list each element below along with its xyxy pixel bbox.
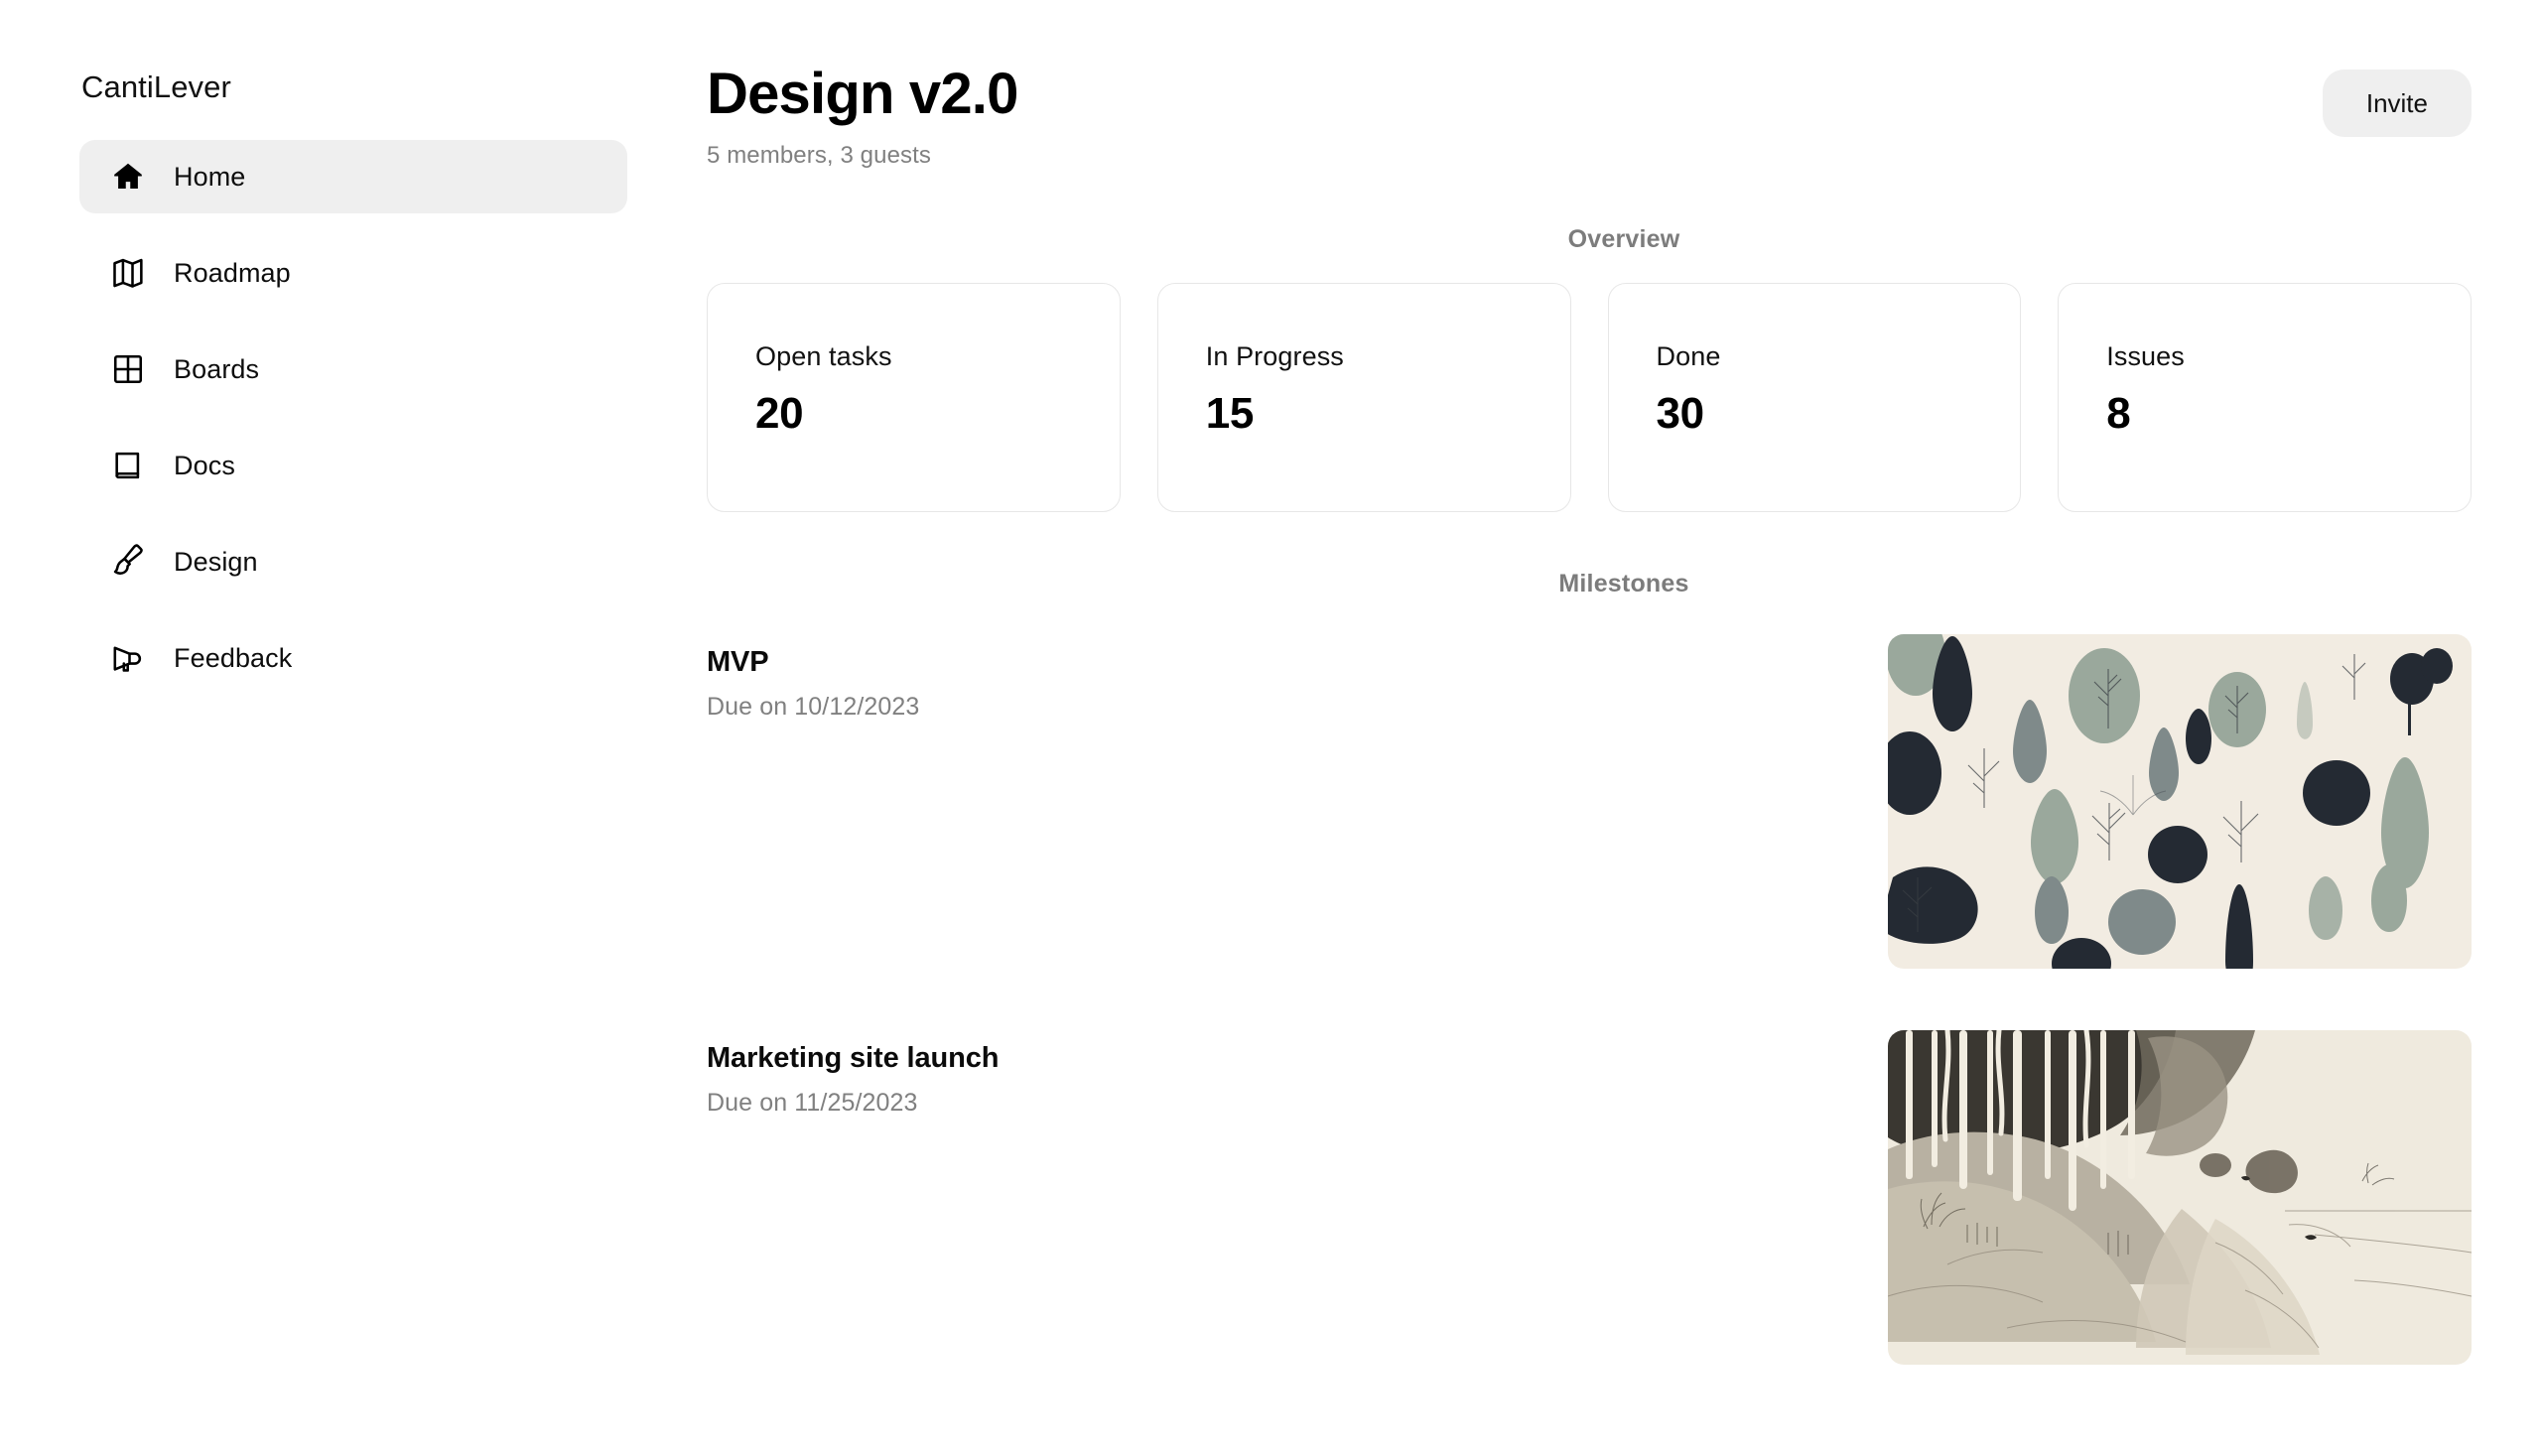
invite-button[interactable]: Invite	[2322, 69, 2472, 137]
overview-stats: Open tasks 20 In Progress 15 Done 30 Iss…	[707, 282, 2541, 512]
stat-label: In Progress	[1205, 340, 1344, 371]
milestone-item[interactable]: Marketing site launch Due on 11/25/2023	[707, 1029, 2472, 1365]
milestone-text: MVP Due on 10/12/2023	[707, 634, 919, 720]
page-header-text: Design v2.0 5 members, 3 guests	[707, 58, 1018, 170]
sidebar-item-label: Home	[174, 161, 246, 192]
stat-value: 20	[755, 388, 804, 438]
sidebar-item-label: Roadmap	[174, 257, 291, 288]
milestone-item[interactable]: MVP Due on 10/12/2023	[707, 633, 2472, 969]
page-title: Design v2.0	[707, 62, 1018, 126]
sidebar-item-design[interactable]: Design	[79, 525, 627, 598]
paintbrush-icon	[109, 543, 147, 581]
sidebar-item-label: Design	[174, 546, 258, 577]
sidebar-item-boards[interactable]: Boards	[79, 332, 627, 406]
sidebar-item-roadmap[interactable]: Roadmap	[79, 236, 627, 310]
brand-logo[interactable]: CantiLever	[0, 71, 707, 102]
member-count: 5 members, 3 guests	[707, 141, 931, 169]
sidebar-nav: Home Roadmap Boards Docs Design Feedback	[0, 140, 707, 695]
milestone-thumbnail-birch-landscape[interactable]	[1888, 1029, 2472, 1365]
sidebar-item-docs[interactable]: Docs	[79, 429, 627, 502]
home-icon	[109, 158, 147, 196]
stat-card-open-tasks[interactable]: Open tasks 20	[707, 282, 1121, 512]
stat-value: 30	[1656, 388, 1705, 438]
sidebar-item-home[interactable]: Home	[79, 140, 627, 213]
milestone-title: Marketing site launch	[707, 1041, 1000, 1074]
app-root: CantiLever Home Roadmap Boards Docs Desi…	[0, 0, 2541, 1456]
sidebar: CantiLever Home Roadmap Boards Docs Desi…	[0, 0, 707, 1456]
stat-label: Open tasks	[755, 340, 892, 371]
sidebar-item-label: Docs	[174, 450, 235, 480]
sidebar-item-feedback[interactable]: Feedback	[79, 621, 627, 695]
stat-value: 15	[1205, 388, 1255, 438]
book-icon	[109, 447, 147, 484]
milestones-list: MVP Due on 10/12/2023 Marketing site lau…	[707, 633, 2541, 1365]
sidebar-item-label: Feedback	[174, 642, 293, 673]
sidebar-item-label: Boards	[174, 353, 260, 384]
milestone-title: MVP	[707, 645, 769, 678]
milestone-thumbnail-abstract-forest[interactable]	[1888, 633, 2472, 969]
stat-card-done[interactable]: Done 30	[1607, 282, 2022, 512]
milestone-due-date: Due on 10/12/2023	[707, 692, 920, 721]
stat-label: Issues	[2106, 340, 2185, 371]
map-icon	[109, 254, 147, 292]
main-content: Design v2.0 5 members, 3 guests Invite O…	[707, 0, 2541, 1456]
milestone-text: Marketing site launch Due on 11/25/2023	[707, 1030, 1000, 1117]
stat-card-in-progress[interactable]: In Progress 15	[1156, 282, 1571, 512]
stat-value: 8	[2106, 388, 2131, 438]
megaphone-icon	[109, 639, 147, 677]
grid-icon	[109, 350, 147, 388]
stat-label: Done	[1656, 340, 1721, 371]
stat-card-issues[interactable]: Issues 8	[2058, 282, 2472, 512]
overview-section-label: Overview	[1567, 224, 1680, 253]
milestone-due-date: Due on 11/25/2023	[707, 1088, 918, 1117]
milestones-section-label: Milestones	[1558, 569, 1689, 597]
page-header: Design v2.0 5 members, 3 guests Invite	[707, 0, 2541, 170]
